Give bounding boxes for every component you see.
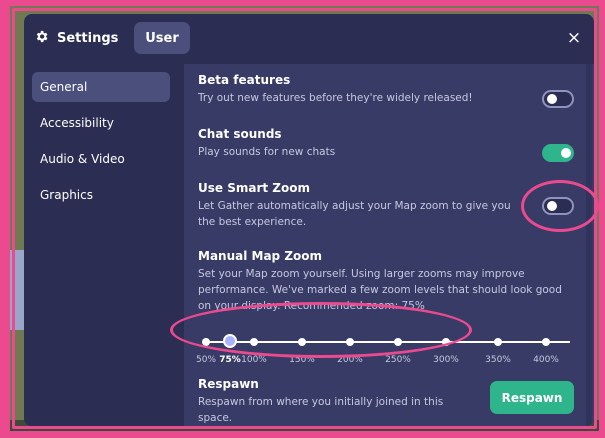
chat-sounds-desc: Play sounds for new chats xyxy=(198,146,336,158)
settings-content: Beta features Try out new features befor… xyxy=(184,64,594,426)
annotation-circle-smart-zoom xyxy=(521,180,599,232)
toggle-knob xyxy=(561,148,571,158)
modal-header: Settings User × xyxy=(24,14,594,64)
smart-zoom-title: Use Smart Zoom xyxy=(198,181,310,195)
close-icon[interactable]: × xyxy=(564,28,584,48)
zoom-level-label: 100% xyxy=(241,355,267,365)
respawn-button[interactable]: Respawn xyxy=(490,381,574,414)
tab-settings[interactable]: Settings xyxy=(34,27,118,49)
settings-modal: Settings User × General Accessibility Au… xyxy=(24,14,594,426)
manual-zoom-title: Manual Map Zoom xyxy=(198,249,323,263)
settings-label: Settings xyxy=(57,30,119,46)
chat-sounds-title: Chat sounds xyxy=(198,127,282,141)
scrollbar[interactable] xyxy=(586,64,592,426)
sidebar-item-accessibility[interactable]: Accessibility xyxy=(32,108,170,138)
annotation-circle-zoom-slider xyxy=(170,302,472,358)
sidebar-item-general[interactable]: General xyxy=(32,72,170,102)
manual-zoom-desc-line1: Set your Map zoom yourself. Using larger… xyxy=(198,268,525,280)
beta-features-toggle[interactable] xyxy=(542,90,574,108)
respawn-desc-line1: Respawn from where you initially joined … xyxy=(198,396,444,408)
zoom-level-label: 250% xyxy=(385,355,411,365)
zoom-level-400-tick[interactable] xyxy=(542,338,550,346)
chat-sounds-toggle[interactable] xyxy=(542,144,574,162)
smart-zoom-desc-line1: Let Gather automatically adjust your Map… xyxy=(198,200,511,212)
zoom-level-label: 75% xyxy=(219,355,241,365)
smart-zoom-desc-line2: the best experience. xyxy=(198,216,307,228)
tab-user[interactable]: User xyxy=(134,22,190,54)
beta-features-desc: Try out new features before they're wide… xyxy=(198,92,473,104)
gear-icon xyxy=(34,29,49,48)
beta-features-title: Beta features xyxy=(198,73,291,87)
respawn-desc-line2: space. xyxy=(198,412,233,424)
respawn-title: Respawn xyxy=(198,377,259,391)
zoom-level-label: 350% xyxy=(485,355,511,365)
zoom-level-350-tick[interactable] xyxy=(494,338,502,346)
sidebar-item-audio-video[interactable]: Audio & Video xyxy=(32,144,170,174)
toggle-knob xyxy=(547,94,557,104)
zoom-level-label: 300% xyxy=(433,355,459,365)
zoom-level-label: 50% xyxy=(195,355,217,365)
manual-zoom-desc-line2: performance. We've marked a few zoom lev… xyxy=(198,284,562,296)
sidebar-item-graphics[interactable]: Graphics xyxy=(32,180,170,210)
sidebar: General Accessibility Audio & Video Grap… xyxy=(24,64,184,426)
zoom-level-label: 400% xyxy=(533,355,559,365)
